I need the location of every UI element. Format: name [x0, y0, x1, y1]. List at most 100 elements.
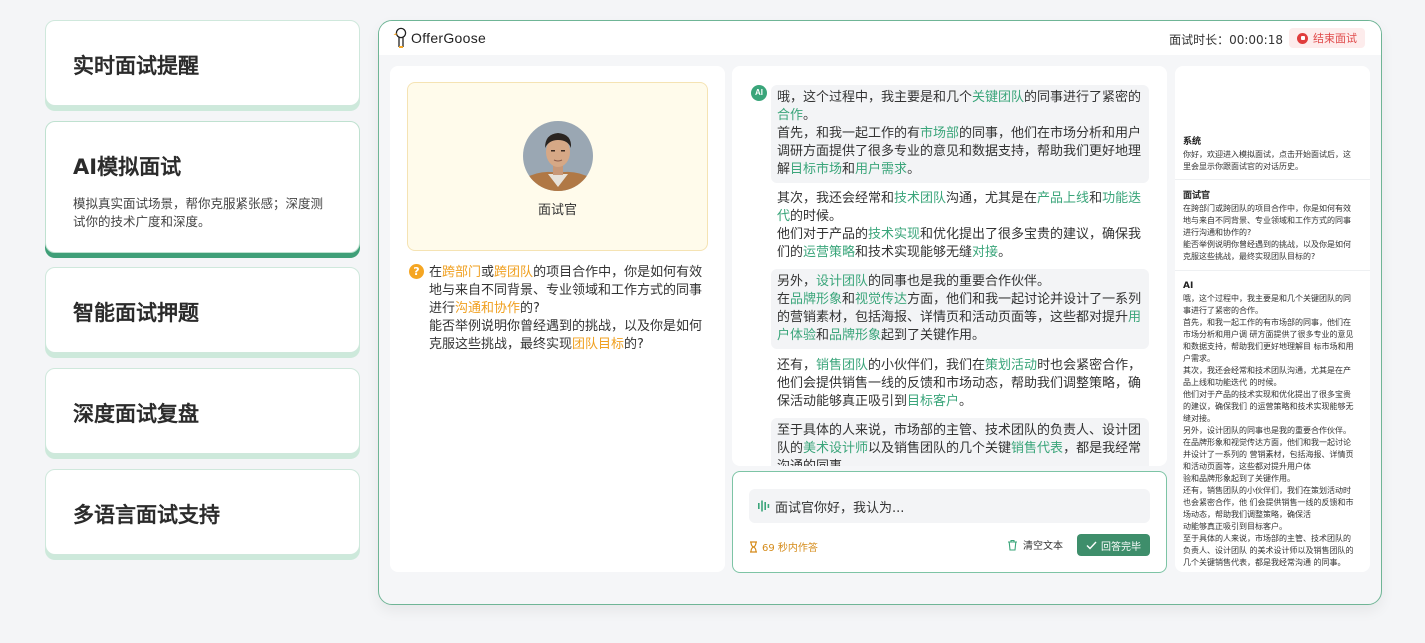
answer-input[interactable]: 面试官你好，我认为...: [749, 489, 1150, 523]
question-text: 在跨部门或跨团队的项目合作中，你是如何有效地与来自不同背景、专业领域和工作方式的…: [409, 264, 709, 354]
transcript-panel[interactable]: 系统 你好，欢迎进入模拟面试，点击开始面试后，这 里会显示你跟面试官的对话历史。 …: [1175, 66, 1370, 572]
highlight-keyword: 品牌形象: [829, 328, 882, 343]
end-interview-label: 结束面试: [1313, 32, 1357, 45]
text-segment: 另外，: [777, 274, 817, 289]
highlight-keyword: 市场部: [920, 126, 960, 141]
feature-card-multilanguage[interactable]: 多语言面试支持: [45, 469, 360, 555]
highlight-keyword: 技术实现: [868, 227, 921, 242]
countdown-text: 69 秒内作答: [762, 543, 818, 554]
text-segment: 他们对于产品的: [777, 227, 869, 242]
transcript-line: 在跨部门或跨团队的项目合作中，你是如何有效: [1183, 204, 1351, 213]
brand-logo[interactable]: OfferGoose: [393, 27, 486, 49]
ai-message-bubble: 还有，销售团队的小伙伴们，我们在策划活动时也会紧密合作，他们会提供销售一线的反馈…: [771, 353, 1149, 415]
transcript-line: 和活动页面等，这些都对提升用户体: [1183, 462, 1311, 471]
clear-text-button[interactable]: 清空文本: [1007, 537, 1063, 552]
transcript-line: 他们对于产品的技术实现和优化提出了很多宝贵: [1183, 390, 1351, 399]
transcript-line: 缝对接。: [1183, 414, 1215, 423]
highlight-keyword: 运营策略: [803, 245, 856, 260]
brand-name: OfferGoose: [411, 30, 487, 46]
feature-title: 多语言面试支持: [73, 503, 220, 527]
transcript-line: 至于具体的人来说，市场部的主管、技术团队的: [1183, 534, 1351, 543]
interviewer-card: 面试官: [407, 82, 708, 251]
conversation-panel[interactable]: AI 哦，这个过程中，我主要是和几个关键团队的同事进行了紧密的合作。 首先，和我一…: [732, 66, 1167, 466]
highlight-keyword: 美术设计师: [803, 441, 869, 456]
transcript-line: 首先，和我一起工作的有市场部的同事，他们在: [1183, 318, 1351, 327]
text-segment: 以及销售团队的几个关键: [868, 441, 1012, 456]
text-segment: 和: [1089, 191, 1103, 206]
text-segment: 和技术实现能够无缝: [855, 245, 973, 260]
app-window: OfferGoose 面试时长：00:00:18 结束面试 面试官 ? 在跨部门…: [378, 20, 1382, 605]
interviewer-panel: 面试官 ? 在跨部门或跨团队的项目合作中，你是如何有效地与来自不同背景、专业领域…: [390, 66, 725, 572]
highlight-keyword: 品牌形象: [790, 292, 843, 307]
transcript-line: 你好，欢迎进入模拟面试，点击开始面试后，这: [1183, 150, 1351, 159]
transcript-line: 地与来自不同背景、专业领域和工作方式的同事: [1183, 216, 1351, 225]
highlight-keyword: 视觉传达: [855, 292, 908, 307]
transcript-text: 在跨部门或跨团队的项目合作中，你是如何有效 地与来自不同背景、专业领域和工作方式的…: [1183, 203, 1365, 263]
transcript-line: 另外，设计团队的同事也是我的重要合作伙伴。: [1183, 426, 1351, 435]
transcript-line: 事进行了紧密的合作。: [1183, 306, 1263, 315]
text-segment: 沟通，尤其是在: [946, 191, 1038, 206]
question-icon: ?: [409, 264, 424, 279]
highlight-keyword: 沟通和协作: [455, 301, 521, 316]
text-segment: 的同事也是我的重要合作伙伴。: [868, 274, 1051, 289]
finish-answer-label: 回答完毕: [1101, 541, 1141, 553]
finish-answer-button[interactable]: 回答完毕: [1077, 534, 1150, 556]
feature-title: 智能面试押题: [73, 301, 199, 325]
highlight-keyword: 对接: [972, 245, 999, 260]
feature-card-realtime-reminder[interactable]: 实时面试提醒: [45, 20, 360, 106]
highlight-keyword: 策划活动: [985, 358, 1038, 373]
voice-wave-icon: [758, 500, 770, 512]
transcript-line: 还有，销售团队的小伙伴们，我们在策划活动时: [1183, 486, 1351, 495]
transcript-interviewer: 面试官 在跨部门或跨团队的项目合作中，你是如何有效 地与来自不同背景、专业领域和工…: [1183, 190, 1365, 263]
text-segment: 的?: [624, 337, 644, 352]
transcript-line: 市场分析和用户调 研方面提供了很多专业的意见: [1183, 330, 1354, 339]
interviewer-label: 面试官: [537, 203, 577, 218]
ai-message-bubble: 另外，设计团队的同事也是我的重要合作伙伴。 在品牌形象和视觉传达方面，他们和我一起…: [771, 269, 1149, 349]
divider: [1175, 270, 1370, 271]
transcript-speaker: 面试官: [1183, 191, 1211, 201]
highlight-keyword: 销售代表: [1011, 441, 1064, 456]
text-segment: 。: [803, 108, 817, 123]
transcript-text: 你好，欢迎进入模拟面试，点击开始面试后，这 里会显示你跟面试官的对话历史。: [1183, 149, 1365, 173]
text-segment: 能否举例说明你曾经遇到的挑战，以及你是如何克服这些挑战，最终实现: [429, 319, 703, 352]
feature-card-smart-question-prediction[interactable]: 智能面试押题: [45, 267, 360, 353]
transcript-text: 哦，这个过程中，我主要是和几个关键团队的同 事进行了紧密的合作。首先，和我一起工作…: [1183, 293, 1365, 569]
highlight-keyword: 目标市场: [790, 162, 843, 177]
text-segment: 首先，和我一起工作的有: [777, 126, 921, 141]
text-segment: 的?: [520, 301, 540, 316]
ai-message-bubble: 其次，我还会经常和技术团队沟通，尤其是在产品上线和功能迭代的时候。 他们对于产品的…: [771, 186, 1149, 266]
feature-card-ai-mock-interview[interactable]: AI模拟面试 模拟真实面试场景，帮你克服紧张感；深度测试你的技术广度和深度。: [45, 121, 360, 253]
text-segment: 哦，这个过程中，我主要是和几个: [777, 90, 973, 105]
end-interview-button[interactable]: 结束面试: [1289, 28, 1365, 48]
transcript-line: 场动态，帮助我们调整策略，确保活: [1183, 510, 1311, 519]
transcript-line: 其次，我还会经常和技术团队沟通，尤其是在产: [1183, 366, 1351, 375]
text-segment: 的小伙伴们，我们在: [868, 358, 986, 373]
transcript-line: 户需求。: [1183, 354, 1215, 363]
transcript-speaker: AI: [1183, 281, 1194, 291]
transcript-line: 哦，这个过程中，我主要是和几个关键团队的同: [1183, 294, 1351, 303]
highlight-keyword: 用户需求: [855, 162, 908, 177]
transcript-line: 里会显示你跟面试官的对话历史。: [1183, 162, 1303, 171]
highlight-keyword: 合作: [777, 108, 804, 123]
divider: [1175, 179, 1370, 180]
text-segment: 和: [842, 292, 856, 307]
stop-icon: [1297, 32, 1308, 44]
text-segment: 。: [907, 162, 921, 177]
text-segment: 还有，: [777, 358, 817, 373]
transcript-speaker: 系统: [1183, 137, 1202, 147]
answer-countdown: 69 秒内作答: [749, 539, 818, 554]
text-segment: 起到了关键作用。: [881, 328, 986, 343]
transcript-line: 负责人、设计团队 的美术设计师以及销售团队的: [1183, 546, 1354, 555]
highlight-keyword: 跨部门: [442, 265, 482, 280]
text-segment: 的同事进行了紧密的: [1024, 90, 1142, 105]
check-icon: [1086, 541, 1097, 550]
feature-card-interview-review[interactable]: 深度面试复盘: [45, 368, 360, 454]
highlight-keyword: 设计团队: [816, 274, 869, 289]
transcript-line: 也会紧密合作，他 们会提供销售一线的反馈和市: [1183, 498, 1354, 507]
text-segment: 或: [481, 265, 495, 280]
transcript-line: 品上线和功能迭代 的时候。: [1183, 378, 1282, 387]
transcript-line: 并设计了一系列的 营销素材，包括海报、详情页: [1183, 450, 1354, 459]
highlight-keyword: 销售团队: [816, 358, 869, 373]
highlight-keyword: 团队目标: [572, 337, 625, 352]
top-bar: OfferGoose 面试时长：00:00:18 结束面试: [379, 21, 1381, 55]
